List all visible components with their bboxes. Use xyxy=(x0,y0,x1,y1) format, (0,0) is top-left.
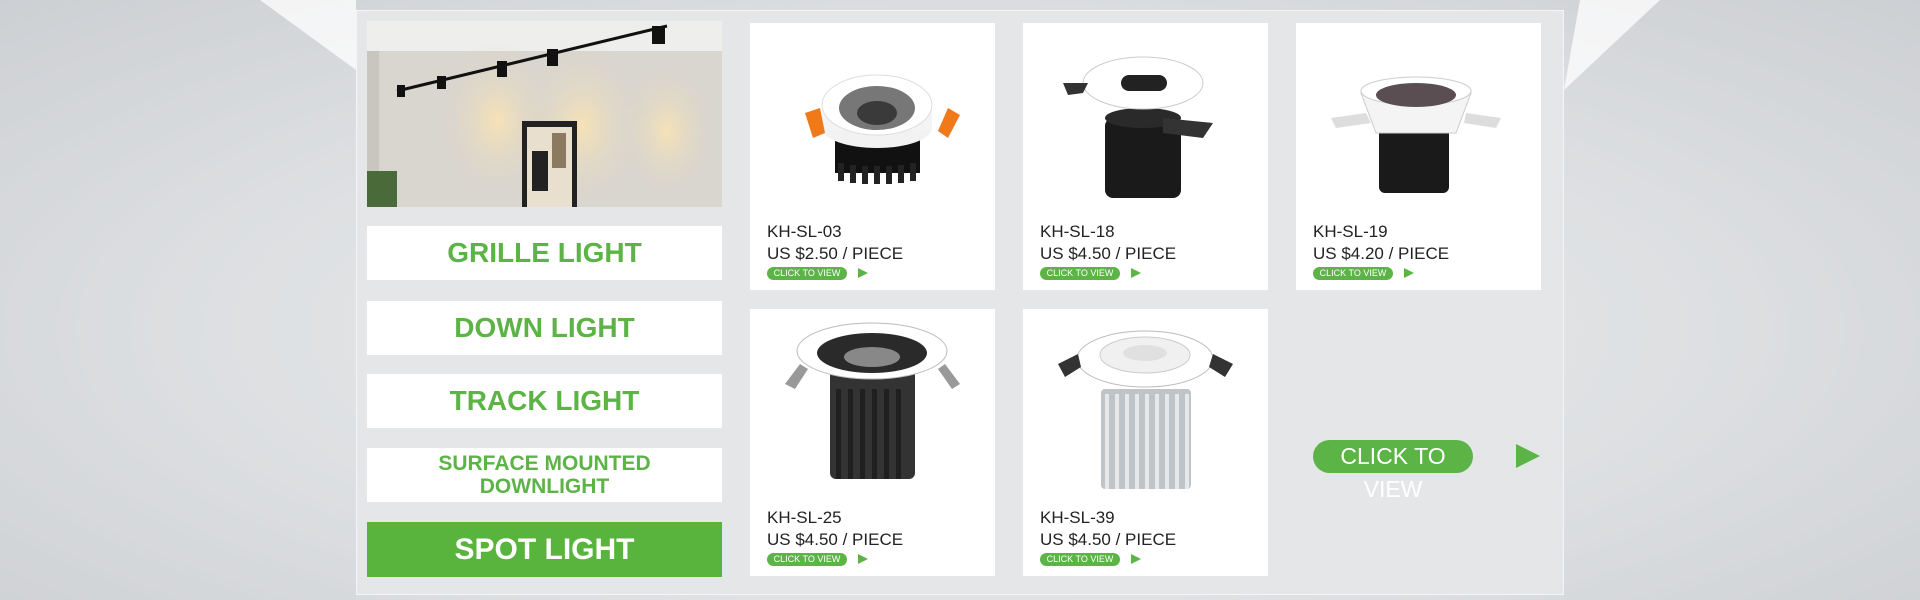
category-label-line1: SURFACE MOUNTED xyxy=(438,452,651,475)
product-price: US $4.50 / PIECE xyxy=(1040,530,1177,549)
hero-image xyxy=(367,21,722,207)
silver-heatsink-spotlight-icon xyxy=(1058,330,1233,489)
click-to-view-button[interactable]: CLICK TO VIEW xyxy=(1040,267,1120,280)
product-card-kh-sl-18[interactable]: KH-SL-18 US $4.50 / PIECE CLICK TO VIEW xyxy=(1023,23,1268,290)
click-to-view-button[interactable]: CLICK TO VIEW xyxy=(767,267,847,280)
category-down-light[interactable]: DOWN LIGHT xyxy=(367,301,722,355)
product-code: KH-SL-25 xyxy=(767,508,842,527)
wall-washer-spotlight-icon xyxy=(1063,56,1213,198)
category-track-light[interactable]: TRACK LIGHT xyxy=(367,374,722,428)
product-card-kh-sl-39[interactable]: KH-SL-39 US $4.50 / PIECE CLICK TO VIEW xyxy=(1023,309,1268,576)
product-card-kh-sl-25[interactable]: KH-SL-25 US $4.50 / PIECE CLICK TO VIEW xyxy=(750,309,995,576)
play-arrow-icon[interactable] xyxy=(1404,268,1414,278)
product-card-kh-sl-19[interactable]: KH-SL-19 US $4.20 / PIECE CLICK TO VIEW xyxy=(1296,23,1541,290)
trimless-spotlight-icon xyxy=(1331,76,1501,193)
product-price: US $4.50 / PIECE xyxy=(1040,244,1177,263)
product-price: US $2.50 / PIECE xyxy=(767,244,904,263)
category-spot-light[interactable]: SPOT LIGHT xyxy=(367,522,722,577)
product-code: KH-SL-39 xyxy=(1040,508,1115,527)
view-all-button[interactable]: CLICK TO VIEW xyxy=(1313,440,1473,502)
category-surface-mounted-downlight[interactable]: SURFACE MOUNTED DOWNLIGHT xyxy=(367,448,722,502)
product-code: KH-SL-18 xyxy=(1040,222,1115,241)
click-to-view-button[interactable]: CLICK TO VIEW xyxy=(1040,553,1120,566)
click-to-view-button[interactable]: CLICK TO VIEW xyxy=(767,553,847,566)
click-to-view-button[interactable]: CLICK TO VIEW xyxy=(1313,267,1393,280)
product-price: US $4.50 / PIECE xyxy=(767,530,904,549)
recessed-spotlight-orange-clips-icon xyxy=(805,74,960,184)
play-arrow-icon[interactable] xyxy=(1131,554,1141,564)
play-arrow-icon[interactable] xyxy=(1131,268,1141,278)
category-label-line2: DOWNLIGHT xyxy=(479,475,610,498)
black-heatsink-spotlight-icon xyxy=(785,322,960,479)
play-arrow-icon[interactable] xyxy=(1516,444,1540,468)
product-price: US $4.20 / PIECE xyxy=(1313,244,1450,263)
product-card-kh-sl-03[interactable]: KH-SL-03 US $2.50 / PIECE CLICK TO VIEW xyxy=(750,23,995,290)
play-arrow-icon[interactable] xyxy=(858,268,868,278)
play-arrow-icon[interactable] xyxy=(858,554,868,564)
category-grille-light[interactable]: GRILLE LIGHT xyxy=(367,226,722,280)
product-code: KH-SL-03 xyxy=(767,222,842,241)
product-code: KH-SL-19 xyxy=(1313,222,1388,241)
